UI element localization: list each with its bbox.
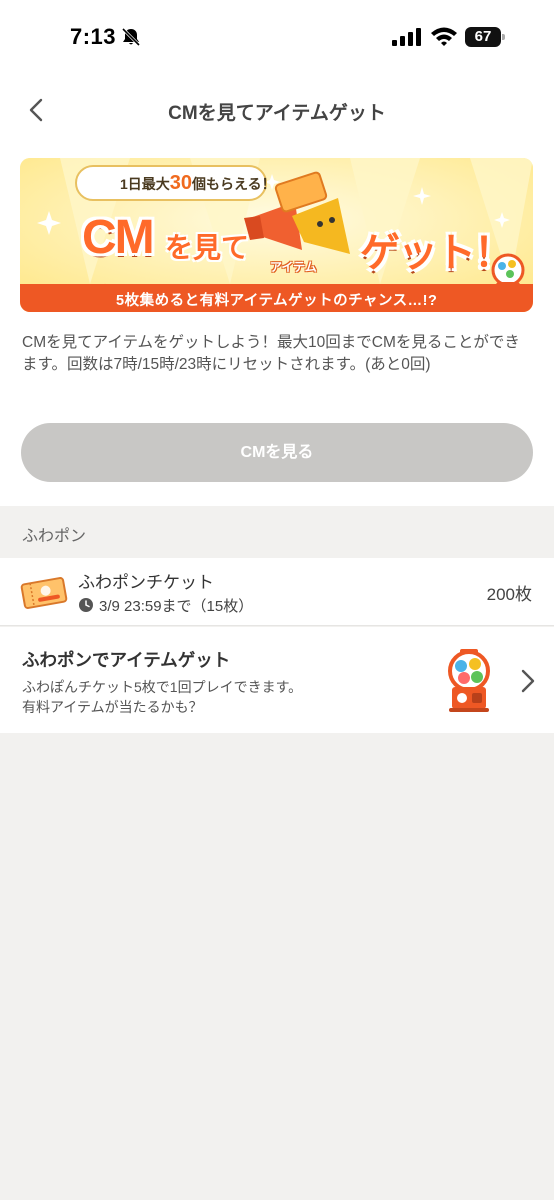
page-title: CMを見てアイテムゲット <box>168 103 386 124</box>
status-bar: 7:13 67 <box>0 0 554 70</box>
banner-cm-text: CM <box>82 211 155 264</box>
nav-header: CMを見てアイテムゲット <box>0 84 554 138</box>
banner-limit-text: 1日最大30個もらえる！ <box>120 172 276 195</box>
wifi-icon <box>431 27 457 46</box>
gacha-title: ふわポンでアイテムゲット <box>22 650 231 670</box>
banner-limit-suffix: 個もらえる！ <box>192 176 276 192</box>
section-header: ふわポン <box>0 506 554 558</box>
bell-slash-icon <box>121 27 141 47</box>
banner-get-text: ゲット！ <box>360 231 514 275</box>
signal-icon <box>392 28 421 46</box>
watch-cm-button[interactable]: CMを見る <box>21 423 533 482</box>
page: 7:13 67 CMを見てアイテムゲット 1日最大30個もらえる！ CM を見て… <box>0 0 554 1200</box>
ticket-icon <box>20 577 68 609</box>
battery-icon: 67 <box>465 27 505 47</box>
chevron-right-icon <box>521 669 535 693</box>
banner-strip-text: 5枚集めると有料アイテムゲットのチャンス…!? <box>116 293 438 309</box>
battery-level: 67 <box>474 28 492 45</box>
ticket-count: 200枚 <box>486 585 532 604</box>
status-time: 7:13 <box>70 24 117 49</box>
banner-limit-prefix: 1日最大 <box>120 176 170 192</box>
ticket-expiry: 3/9 23:59まで（15枚） <box>99 598 254 615</box>
gacha-desc-line2: 有料アイテムが当たるかも？ <box>22 699 203 715</box>
gacha-machine-icon <box>448 649 490 712</box>
ticket-row: ふわポンチケット 3/9 23:59まで（15枚） 200枚 <box>0 558 554 626</box>
banner-limit-number: 30 <box>169 172 193 194</box>
gacha-row[interactable]: ふわポンでアイテムゲット ふわぽんチケット5枚で1回プレイできます。 有料アイテ… <box>0 627 554 733</box>
ticket-name: ふわポンチケット <box>78 573 214 592</box>
promo-banner: 1日最大30個もらえる！ CM を見て アイテム ゲット！ 5枚集めると有料アイ… <box>20 158 533 312</box>
description-text: CMを見てアイテムをゲットしよう！最大10回までCMを見ることができます。回数は… <box>22 334 520 373</box>
banner-miru-text: を見て <box>165 232 250 263</box>
banner-item-text: アイテム <box>270 260 317 274</box>
section-title: ふわポン <box>22 528 87 545</box>
clock-icon <box>79 598 93 612</box>
gacha-desc-line1: ふわぽんチケット5枚で1回プレイできます。 <box>22 679 303 695</box>
